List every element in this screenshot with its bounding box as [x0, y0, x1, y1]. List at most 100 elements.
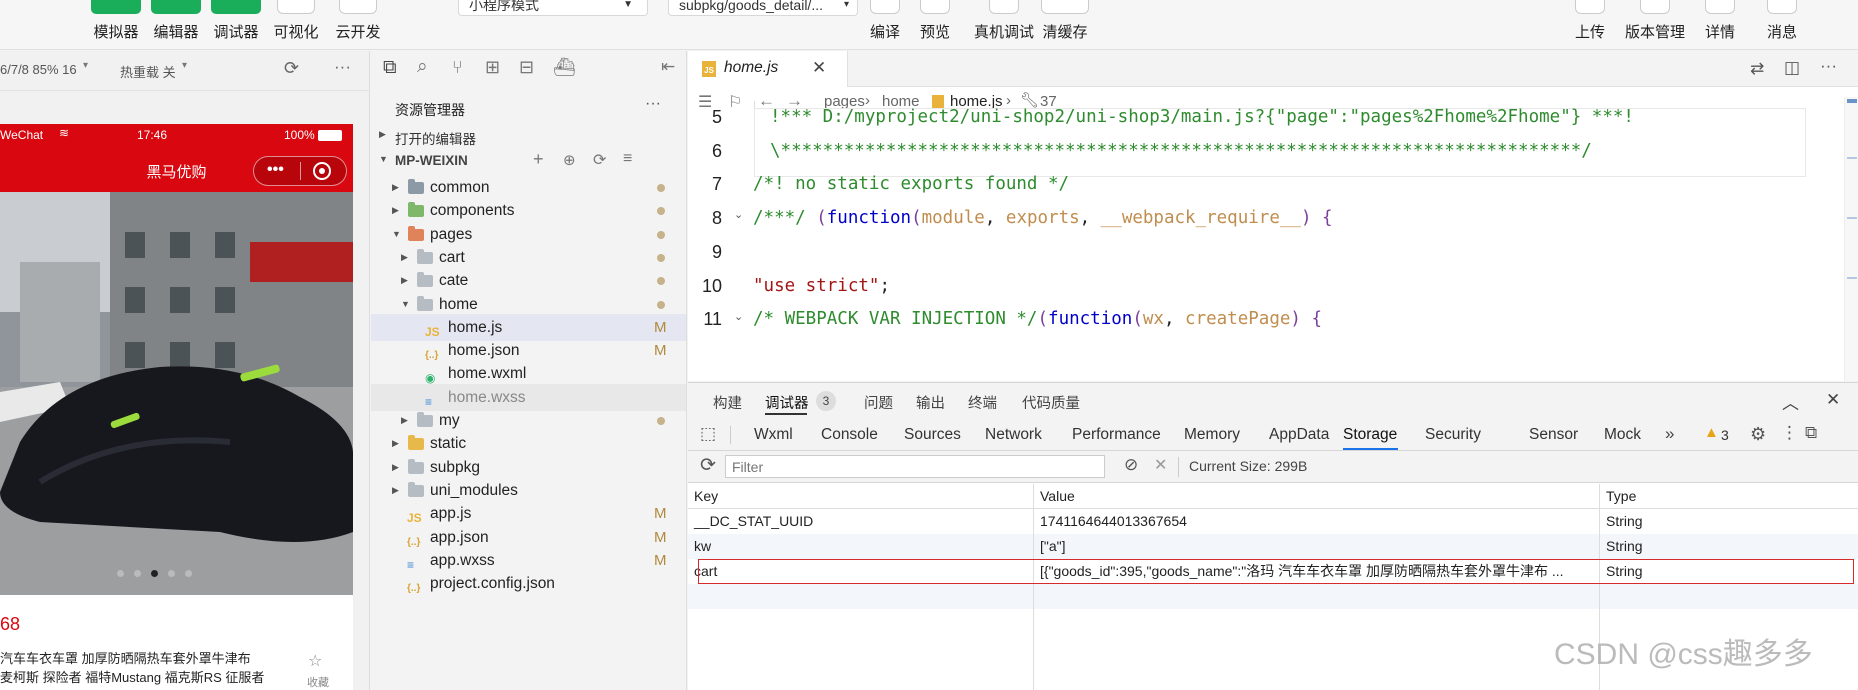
close-mini-program-icon[interactable]	[313, 162, 331, 180]
column-header[interactable]: Type	[1600, 484, 1858, 509]
kebab-menu-icon[interactable]: ⋮	[1781, 423, 1798, 443]
new-file-icon[interactable]: +	[533, 149, 544, 170]
warning-icon[interactable]: ▲	[1704, 424, 1719, 441]
tab-sensor[interactable]: Sensor	[1529, 426, 1578, 444]
column-divider	[1033, 484, 1034, 690]
tab-home-js[interactable]: JS home.js ✕	[688, 51, 848, 87]
column-header[interactable]: Value	[1034, 484, 1599, 509]
table-row[interactable]: kw ["a"] String	[688, 534, 1858, 559]
code-icon	[151, 0, 201, 14]
goods-title: 汽车车衣车罩 加厚防晒隔热车套外罩牛津布	[0, 651, 251, 666]
close-icon[interactable]: ✕	[1826, 390, 1840, 410]
tab-code-quality[interactable]: 代码质量	[1022, 392, 1080, 413]
tab-performance[interactable]: Performance	[1072, 426, 1161, 444]
warning-count[interactable]: 3	[1721, 427, 1729, 443]
tab-problems[interactable]: 问题	[864, 392, 893, 413]
devtools-panel: 构建 调试器 3 问题 输出 终端 代码质量 ︿ ✕ ⬚ Wxml Consol…	[688, 382, 1858, 690]
tab-build[interactable]: 构建	[713, 392, 742, 413]
clear-all-icon[interactable]: ⊘	[1124, 455, 1138, 475]
code-line[interactable]: 11 /* WEBPACK VAR INJECTION */(function(w…	[688, 299, 1858, 339]
simulator-panel: 6/7/8 85% 16 ▾ 热重载 关 ▾ ⟳ ··· WeChat ≋ 17…	[0, 51, 370, 690]
close-icon[interactable]: ✕	[812, 58, 826, 78]
tab-security[interactable]: Security	[1425, 426, 1481, 444]
filter-input[interactable]	[725, 455, 1105, 478]
goods-photo	[0, 192, 353, 595]
cloud-dev-button[interactable]: 云开发	[328, 0, 388, 50]
delete-selected-icon[interactable]: ✕	[1154, 455, 1167, 475]
refresh-icon[interactable]: ⟳	[284, 58, 299, 79]
tab-output[interactable]: 输出	[916, 392, 945, 413]
table-row[interactable]: __DC_STAT_UUID 1741164644013367654 String	[688, 509, 1858, 534]
table-row[interactable]	[688, 584, 1858, 609]
tree-item-label: project.config.json	[430, 575, 555, 593]
editor-button[interactable]: 编辑器	[146, 0, 206, 50]
collapse-all-icon[interactable]: ≡	[623, 150, 632, 168]
remote-debug-button[interactable]: 真机调试	[969, 0, 1039, 50]
folder-icon	[408, 481, 424, 497]
more-icon[interactable]: ···	[645, 95, 661, 113]
simulator-button[interactable]: 模拟器	[86, 0, 146, 50]
file-item[interactable]: {..} project.config.json	[371, 570, 686, 597]
collapse-panel-icon[interactable]: ⇤	[661, 57, 675, 77]
compare-icon[interactable]: ⇄	[1750, 59, 1764, 79]
search-icon[interactable]: ⌕	[417, 56, 428, 78]
refresh-icon[interactable]: ⟳	[700, 454, 716, 477]
more-icon[interactable]: ···	[1820, 56, 1837, 76]
fold-chevron-icon[interactable]: ⌄	[734, 310, 743, 323]
undock-icon[interactable]: ⧉	[1805, 423, 1817, 443]
folder-icon	[417, 248, 433, 264]
tab-terminal[interactable]: 终端	[968, 392, 997, 413]
editor-tab-bar: JS home.js ✕ ⇄ ◫ ···	[688, 51, 1858, 87]
tab-console[interactable]: Console	[821, 426, 878, 444]
page-path-select[interactable]: subpkg/goods_detail/... ▾	[668, 0, 858, 16]
tab-sources[interactable]: Sources	[904, 426, 961, 444]
column-header[interactable]: Key	[688, 484, 1033, 509]
compile-mode-select[interactable]: 小程序模式 ▼	[458, 0, 648, 16]
split-editor-icon[interactable]: ◫	[1784, 58, 1800, 78]
refresh-icon[interactable]: ⟳	[593, 150, 606, 170]
capsule-menu: •••	[253, 156, 347, 186]
tab-wxml[interactable]: Wxml	[754, 426, 793, 444]
tab-appdata[interactable]: AppData	[1269, 426, 1329, 444]
devtools-top-tabs: 构建 调试器 3 问题 输出 终端 代码质量 ︿ ✕	[688, 383, 1858, 419]
details-button[interactable]: 详情	[1690, 0, 1750, 50]
visual-button[interactable]: 可视化	[266, 0, 326, 50]
more-icon[interactable]: •••	[267, 161, 284, 179]
folder-icon	[408, 202, 424, 218]
active-tab-indicator	[1343, 448, 1398, 450]
more-tabs-icon[interactable]: »	[1665, 424, 1674, 444]
extensions-icon[interactable]: ⊞	[485, 57, 500, 78]
tab-debugger[interactable]: 调试器	[765, 392, 809, 413]
storage-icon[interactable]: ⊟	[519, 57, 534, 78]
inspect-cursor-icon[interactable]: ⬚	[700, 424, 716, 444]
more-icon[interactable]: ···	[334, 57, 351, 77]
folder-icon	[408, 225, 424, 241]
hot-reload-toggle[interactable]: 热重载 关	[120, 62, 176, 81]
fold-chevron-icon[interactable]: ⌄	[734, 208, 743, 221]
goods-image-swiper[interactable]	[0, 192, 353, 595]
minimap-scrollbar[interactable]	[1844, 97, 1858, 381]
files-icon[interactable]: ⧉	[383, 57, 397, 79]
upload-button[interactable]: 上传	[1560, 0, 1620, 50]
docker-icon[interactable]: ⛴	[553, 57, 576, 78]
project-section[interactable]: ▼ MP-WEIXIN + ⊕ ⟳ ≡	[371, 149, 686, 174]
debugger-button[interactable]: 调试器	[206, 0, 266, 50]
device-select[interactable]: 6/7/8 85% 16	[0, 62, 77, 77]
favorite-label[interactable]: 收藏	[307, 674, 329, 690]
tab-memory[interactable]: Memory	[1184, 426, 1240, 444]
git-icon[interactable]: ⑂	[452, 57, 463, 78]
new-folder-icon[interactable]: ⊕	[563, 151, 576, 169]
tab-storage[interactable]: Storage	[1343, 426, 1397, 444]
messages-button[interactable]: 消息	[1752, 0, 1812, 50]
open-editors-section[interactable]: ▶ 打开的编辑器	[371, 125, 686, 149]
folder-icon	[417, 272, 433, 288]
gear-icon[interactable]: ⚙	[1750, 424, 1766, 445]
version-button[interactable]: 版本管理	[1625, 0, 1685, 50]
chevron-up-icon[interactable]: ︿	[1782, 389, 1799, 414]
table-header: Key Value Type	[688, 484, 1858, 509]
preview-button[interactable]: 预览	[905, 0, 965, 50]
clear-cache-button[interactable]: 清缓存	[1035, 0, 1095, 50]
tab-mock[interactable]: Mock	[1604, 426, 1641, 444]
star-icon[interactable]: ☆	[308, 651, 322, 671]
tab-network[interactable]: Network	[985, 426, 1042, 444]
